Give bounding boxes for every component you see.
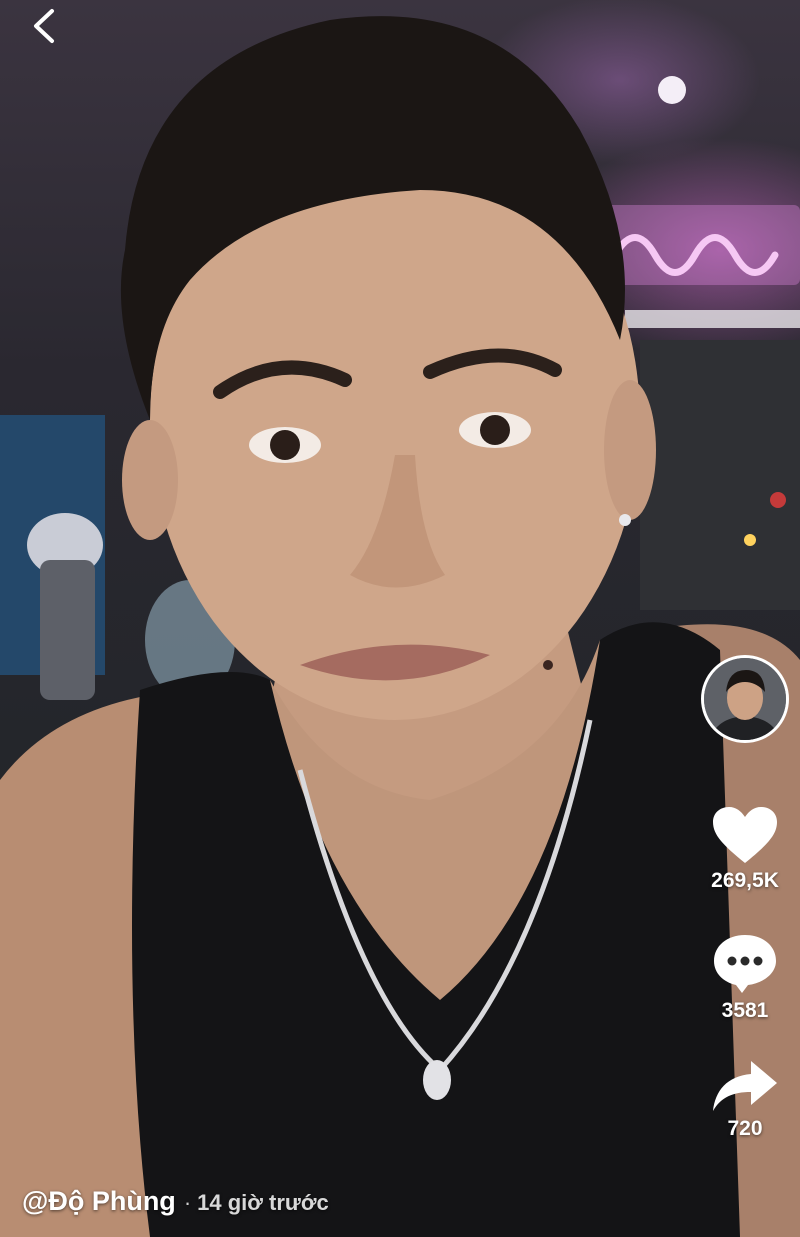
heart-icon [713,807,777,863]
creator-username[interactable]: @Độ Phùng [22,1186,176,1217]
post-time: 14 giờ trước [197,1190,329,1215]
comment-bubble-icon [714,935,776,993]
comment-count: 3581 [721,999,769,1022]
avatar-photo [704,658,786,740]
share-button[interactable]: 720 [711,1059,779,1141]
share-count: 720 [727,1117,763,1140]
share-arrow-icon [713,1061,777,1111]
video-frame[interactable] [0,0,800,1237]
action-rail: 269,5K 3581 720 [690,655,800,1141]
like-button[interactable]: 269,5K [711,805,779,893]
video-caption: @Độ Phùng · 14 giờ trước [22,1186,329,1220]
chevron-left-icon [34,9,54,43]
comment-button[interactable]: 3581 [712,933,778,1023]
back-button[interactable] [22,4,66,48]
video-illustration [0,16,800,1237]
ceiling-light [658,76,686,104]
caption-separator: · [183,1190,192,1215]
creator-avatar[interactable] [701,655,789,743]
like-count: 269,5K [711,869,779,892]
necklace-pendant [423,1060,451,1100]
